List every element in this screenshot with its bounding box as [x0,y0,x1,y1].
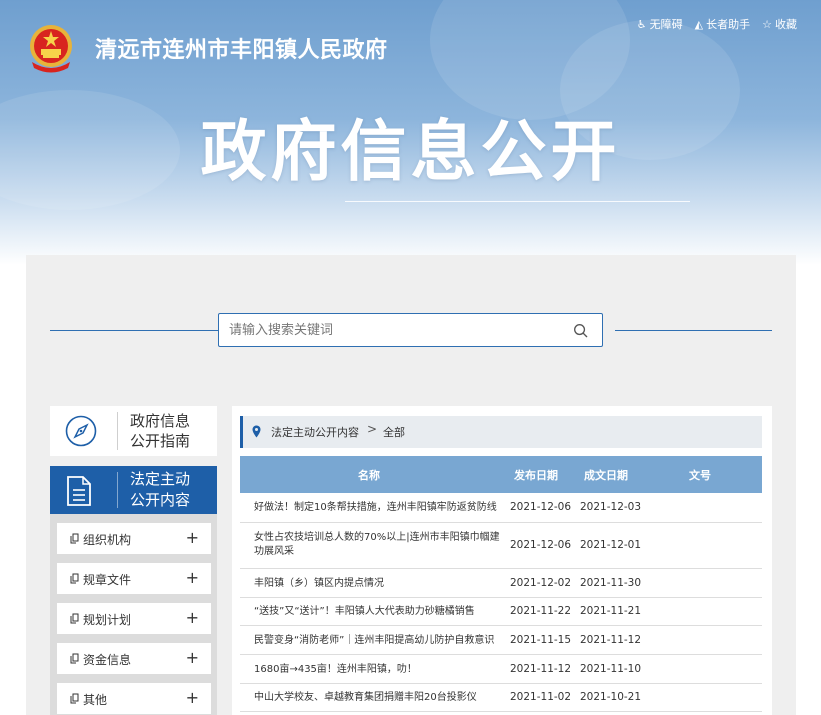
breadcrumb: 法定主动公开内容 > 全部 [240,416,762,448]
file-icon [70,693,79,704]
search-box [218,313,603,347]
breadcrumb-section[interactable]: 法定主动公开内容 [271,424,359,440]
file-icon [70,573,79,584]
expand-icon[interactable]: + [186,608,199,627]
file-icon [70,653,79,664]
guide-divider [117,412,118,450]
table-header: 名称 发布日期 成文日期 文号 [240,456,762,493]
sidebar-item-other[interactable]: 其他 + [57,683,211,714]
table-row[interactable]: 民警变身“消防老师”｜连州丰阳提高幼儿防护自救意识 2021-11-15 202… [240,626,762,655]
search-divider-right [615,330,772,331]
breadcrumb-separator: > [367,422,378,436]
expand-icon[interactable]: + [186,648,199,667]
table-row[interactable]: 中山大学校友、卓越教育集团捐赠丰阳20台投影仪 2021-11-02 2021-… [240,684,762,712]
guide-label: 政府信息 公开指南 [130,412,191,450]
sidebar-item-plans[interactable]: 规划计划 + [57,603,211,634]
table-row[interactable]: 女性占农技培训总人数的70%以上|连州市丰阳镇巾帼建功展风采 2021-12-0… [240,523,762,569]
active-divider [117,472,118,508]
favorite-link[interactable]: ☆ 收藏 [762,16,797,32]
elder-assistant-link[interactable]: ◭ 长者助手 [695,16,750,32]
accessibility-icon: ♿ [636,17,647,31]
main-panel: 政府信息 公开指南 法定主动 公开内容 组织机构 + 规章文件 + [26,255,796,715]
sidebar-item-funds[interactable]: 资金信息 + [57,643,211,674]
table-row[interactable]: 丰阳镇（乡）镇区内提点情况 2021-12-02 2021-11-30 [240,569,762,598]
search-divider-left [50,330,218,331]
expand-icon[interactable]: + [186,568,199,587]
accessibility-link[interactable]: ♿ 无障碍 [637,16,683,32]
sidebar-active-card[interactable]: 法定主动 公开内容 [50,466,217,514]
top-links: ♿ 无障碍 ◭ 长者助手 ☆ 收藏 [637,16,797,32]
column-header-publish-date: 发布日期 [514,469,558,482]
column-header-doc-no: 文号 [689,469,711,482]
search-input[interactable] [219,314,549,346]
location-pin-icon [252,425,261,438]
search-icon[interactable] [573,323,588,338]
table-row[interactable]: 1680亩→435亩！连州丰阳镇，叻！ 2021-11-12 2021-11-1… [240,655,762,684]
active-label: 法定主动 公开内容 [130,470,191,509]
banner-divider [345,201,690,202]
banner-title: 政府信息公开 [200,113,621,190]
sidebar-guide-card[interactable]: 政府信息 公开指南 [50,406,217,456]
column-header-doc-date: 成文日期 [584,469,628,482]
file-icon [70,613,79,624]
compass-icon [65,415,97,447]
expand-icon[interactable]: + [186,528,199,547]
table-row[interactable]: “送技”又“送计”！丰阳镇人大代表助力砂糖橘销售 2021-11-22 2021… [240,598,762,626]
file-icon [70,533,79,544]
expand-icon[interactable]: + [186,688,199,707]
sidebar-menu: 组织机构 + 规章文件 + 规划计划 + 资金信息 + 其他 + [50,514,217,715]
content-area: 法定主动公开内容 > 全部 名称 发布日期 成文日期 文号 好做法！制定10条帮… [232,406,772,715]
national-emblem-icon [30,25,72,73]
star-icon: ☆ [762,17,772,31]
sidebar-item-regulations[interactable]: 规章文件 + [57,563,211,594]
elder-assistant-icon: ◭ [694,17,704,31]
header-banner: 清远市连州市丰阳镇人民政府 ♿ 无障碍 ◭ 长者助手 ☆ 收藏 政府信息公开 [0,0,821,265]
document-icon [67,476,91,506]
column-header-name: 名称 [358,469,380,482]
breadcrumb-current[interactable]: 全部 [383,424,405,440]
table-row[interactable]: 好做法！制定10条帮扶措施，连州丰阳镇牢防返贫防线 2021-12-06 202… [240,493,762,523]
site-title[interactable]: 清远市连州市丰阳镇人民政府 [95,32,388,64]
sidebar-item-organization[interactable]: 组织机构 + [57,523,211,554]
